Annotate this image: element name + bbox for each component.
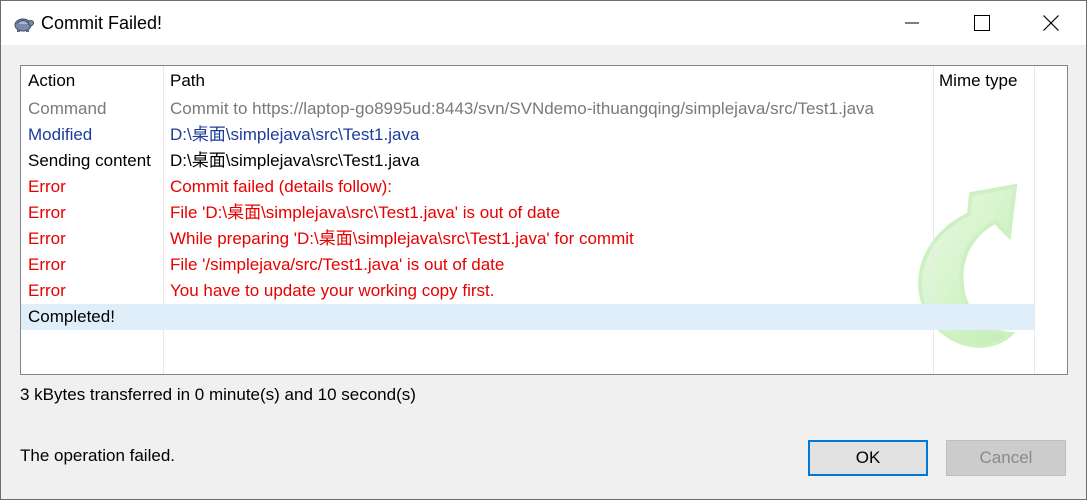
tortoisesvn-turtle-icon: [12, 12, 34, 34]
row-path: D:\桌面\simplejava\src\Test1.java: [170, 151, 420, 170]
row-path: Commit failed (details follow):: [170, 177, 393, 196]
table-row[interactable]: Error While preparing 'D:\桌面\simplejava\s…: [21, 226, 1034, 252]
table-row[interactable]: Error Commit failed (details follow):: [21, 174, 1034, 200]
cancel-button[interactable]: Cancel: [946, 440, 1066, 476]
column-header-path[interactable]: Path: [163, 66, 933, 96]
row-path: Commit to https://laptop-go8995ud:8443/s…: [170, 99, 874, 118]
close-icon: [1043, 15, 1059, 31]
row-path: D:\桌面\simplejava\src\Test1.java: [170, 125, 420, 144]
row-path: File 'D:\桌面\simplejava\src\Test1.java' i…: [170, 203, 561, 222]
ok-button[interactable]: OK: [808, 440, 928, 476]
row-action: Error: [28, 203, 66, 222]
table-row[interactable]: Command Commit to https://laptop-go8995ud…: [21, 96, 1034, 122]
maximize-icon: [974, 15, 990, 31]
close-button[interactable]: [1016, 1, 1086, 45]
row-action: Error: [28, 281, 66, 300]
commit-log-list[interactable]: Action Path Mime type Command Commit to h…: [20, 65, 1068, 375]
row-action: Sending content: [28, 151, 151, 170]
row-path: While preparing 'D:\桌面\simplejava\src\Te…: [170, 229, 634, 248]
commit-failed-dialog: Commit Failed! Action Path Mime type Com…: [0, 0, 1087, 500]
row-action: Error: [28, 229, 66, 248]
row-action: Command: [28, 99, 107, 118]
row-path: File '/simplejava/src/Test1.java' is out…: [170, 255, 505, 274]
table-row[interactable]: Error File '/simplejava/src/Test1.java' i…: [21, 252, 1034, 278]
table-row[interactable]: Error You have to update your working cop…: [21, 278, 1034, 304]
row-path: You have to update your working copy fir…: [170, 281, 495, 300]
column-separator: [1034, 66, 1035, 374]
maximize-button[interactable]: [947, 1, 1017, 45]
window-title: Commit Failed!: [41, 13, 163, 33]
table-row[interactable]: Completed!: [21, 304, 1034, 330]
table-row[interactable]: Sending content D:\桌面\simplejava\src\Test…: [21, 148, 1034, 174]
title-bar: Commit Failed!: [1, 1, 1086, 45]
minimize-icon: [905, 22, 919, 24]
column-header-mime-type[interactable]: Mime type: [932, 66, 1034, 96]
row-action: Error: [28, 255, 66, 274]
operation-status: The operation failed.: [20, 446, 175, 465]
minimize-button[interactable]: [877, 1, 947, 45]
row-action: Error: [28, 177, 66, 196]
row-action: Modified: [28, 125, 93, 144]
row-action: Completed!: [28, 307, 115, 326]
transfer-summary: 3 kBytes transferred in 0 minute(s) and …: [20, 385, 416, 404]
table-row[interactable]: Modified D:\桌面\simplejava\src\Test1.java: [21, 122, 1034, 148]
table-row[interactable]: Error File 'D:\桌面\simplejava\src\Test1.ja…: [21, 200, 1034, 226]
column-header-action[interactable]: Action: [21, 66, 163, 96]
